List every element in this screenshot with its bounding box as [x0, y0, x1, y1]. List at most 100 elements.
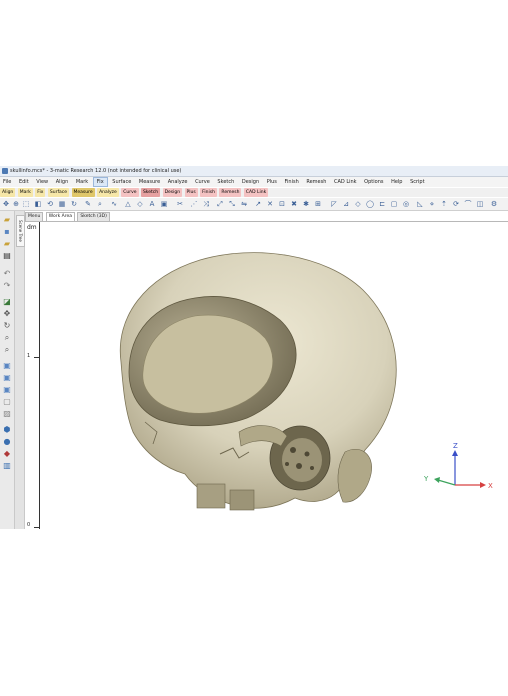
- plane-icon[interactable]: ◇: [136, 200, 144, 208]
- sphere-icon[interactable]: ◯: [366, 200, 374, 208]
- zoom-out-icon[interactable]: ⌕: [2, 345, 12, 355]
- menu-script[interactable]: Script: [407, 177, 428, 187]
- move-icon[interactable]: ✥: [2, 200, 10, 208]
- triangle-icon[interactable]: △: [124, 200, 132, 208]
- menu-edit[interactable]: Edit: [16, 177, 32, 187]
- select-icon[interactable]: ⬚: [22, 200, 30, 208]
- 3d-viewport[interactable]: dm 1 0 Z X Y: [25, 221, 508, 529]
- ribbon-tab-surface[interactable]: Surface: [47, 188, 70, 197]
- box-icon[interactable]: ▢: [390, 200, 398, 208]
- loft-icon[interactable]: ⌒: [464, 200, 472, 208]
- ribbon-tab-fix[interactable]: Fix: [35, 188, 46, 197]
- shell-icon[interactable]: ◫: [476, 200, 484, 208]
- mesh-icon[interactable]: ⊞: [314, 200, 322, 208]
- menu-align[interactable]: Align: [53, 177, 72, 187]
- menu-view[interactable]: View: [33, 177, 51, 187]
- open-folder-icon[interactable]: ▰: [2, 215, 12, 225]
- view-icon[interactable]: ◧: [34, 200, 42, 208]
- scene-tree-tab[interactable]: Scene Tree: [16, 215, 25, 247]
- cross-section-icon[interactable]: ✖: [290, 200, 298, 208]
- ribbon-tab-remesh[interactable]: Remesh: [219, 188, 242, 197]
- menu-fix[interactable]: Fix: [92, 177, 108, 187]
- revolve-icon[interactable]: ⟳: [452, 200, 460, 208]
- side-view-icon[interactable]: ▣: [2, 373, 12, 383]
- menu-options[interactable]: Options: [361, 177, 386, 187]
- orient-icon[interactable]: ⟲: [46, 200, 54, 208]
- settings-icon[interactable]: ⚙: [490, 200, 498, 208]
- import-icon[interactable]: ▰: [2, 239, 12, 249]
- cone-icon[interactable]: ⊿: [342, 200, 350, 208]
- transform-icon[interactable]: ⤨: [202, 200, 210, 208]
- print-icon[interactable]: ▤: [2, 251, 12, 261]
- wireframe-icon[interactable]: ▢: [2, 397, 12, 407]
- torus-icon[interactable]: ◎: [402, 200, 410, 208]
- ribbon-tab-align[interactable]: Align: [0, 188, 16, 197]
- diamond-icon[interactable]: ◇: [354, 200, 362, 208]
- shade-mode-icon[interactable]: ⬢: [2, 425, 12, 435]
- cut-icon[interactable]: ✂: [176, 200, 184, 208]
- ribbon-tab-finish[interactable]: Finish: [200, 188, 217, 197]
- ribbon-tab-measure[interactable]: Measure: [71, 188, 95, 197]
- menu-design[interactable]: Design: [239, 177, 262, 187]
- menu-cad-link[interactable]: CAD Link: [331, 177, 360, 187]
- ribbon-tab-sketch[interactable]: Sketch: [140, 188, 161, 197]
- ribbon-tab-curve[interactable]: Curve: [121, 188, 139, 197]
- tab-menu[interactable]: Menu: [25, 212, 44, 221]
- font-icon[interactable]: A: [148, 200, 156, 208]
- rotate-view-icon[interactable]: ↻: [2, 321, 12, 331]
- ribbon-tab-design[interactable]: Design: [162, 188, 183, 197]
- menu-file[interactable]: File: [0, 177, 14, 187]
- ribbon-tab-cad-link[interactable]: CAD Link: [243, 188, 269, 197]
- cylinder-icon[interactable]: ⊏: [378, 200, 386, 208]
- ribbon-tab-mark[interactable]: Mark: [17, 188, 33, 197]
- menu-finish[interactable]: Finish: [282, 177, 302, 187]
- ribbon-tab-strip: Align Mark Fix Surface Measure Analyze C…: [0, 188, 508, 197]
- rotate-icon[interactable]: ↻: [70, 200, 78, 208]
- ribbon-tab-plus[interactable]: Plus: [184, 188, 198, 197]
- fillet-icon[interactable]: ◺: [416, 200, 424, 208]
- zoom-in-icon[interactable]: ⌕: [2, 333, 12, 343]
- ribbon-tab-analyze[interactable]: Analyze: [97, 188, 119, 197]
- scale-icon[interactable]: ⤢: [216, 200, 224, 208]
- menu-measure[interactable]: Measure: [136, 177, 163, 187]
- cube-view-icon[interactable]: ◪: [2, 297, 12, 307]
- color-icon[interactable]: ◆: [2, 449, 12, 459]
- reference-icon[interactable]: ⊡: [278, 200, 286, 208]
- grid-icon[interactable]: ▦: [58, 200, 66, 208]
- app-icon: [2, 168, 8, 174]
- save-icon[interactable]: ▪: [2, 227, 12, 237]
- axis-triad: Z X Y: [423, 442, 493, 490]
- offset-icon[interactable]: ⋄: [428, 200, 436, 208]
- menu-curve[interactable]: Curve: [192, 177, 213, 187]
- menu-remesh[interactable]: Remesh: [303, 177, 329, 187]
- menu-plus[interactable]: Plus: [264, 177, 280, 187]
- undo-icon[interactable]: ↶: [2, 269, 12, 279]
- pattern-icon[interactable]: ✱: [302, 200, 310, 208]
- curve-icon[interactable]: ∿: [110, 200, 118, 208]
- tab-sketch-3d[interactable]: Sketch (3D): [77, 212, 110, 221]
- top-view-icon[interactable]: ▣: [2, 385, 12, 395]
- menu-help[interactable]: Help: [388, 177, 405, 187]
- shaded-icon[interactable]: ▨: [2, 409, 12, 419]
- front-view-icon[interactable]: ▣: [2, 361, 12, 371]
- point-icon[interactable]: ⋰: [190, 200, 198, 208]
- analysis-icon[interactable]: ▣: [160, 200, 168, 208]
- extrude-icon[interactable]: ⇡: [440, 200, 448, 208]
- menu-surface[interactable]: Surface: [109, 177, 134, 187]
- tab-work-area[interactable]: Work Area: [45, 212, 75, 221]
- cross-icon[interactable]: ✕: [266, 200, 274, 208]
- menu-mark[interactable]: Mark: [73, 177, 91, 187]
- menu-analyze[interactable]: Analyze: [165, 177, 191, 187]
- pan-icon[interactable]: ✥: [2, 309, 12, 319]
- zoom-icon[interactable]: ⊕: [12, 200, 20, 208]
- mirror-icon[interactable]: ⇋: [240, 200, 248, 208]
- light-icon[interactable]: ●: [2, 437, 12, 447]
- menu-sketch[interactable]: Sketch: [214, 177, 237, 187]
- transparency-icon[interactable]: ▥: [2, 461, 12, 471]
- measure-icon[interactable]: ✎: [84, 200, 92, 208]
- redo-icon[interactable]: ↷: [2, 281, 12, 291]
- arrow-icon[interactable]: ↗: [254, 200, 262, 208]
- magnify-icon[interactable]: ⌕: [96, 200, 104, 208]
- axis-icon[interactable]: ⤡: [228, 200, 236, 208]
- wedge-icon[interactable]: ◸: [330, 200, 338, 208]
